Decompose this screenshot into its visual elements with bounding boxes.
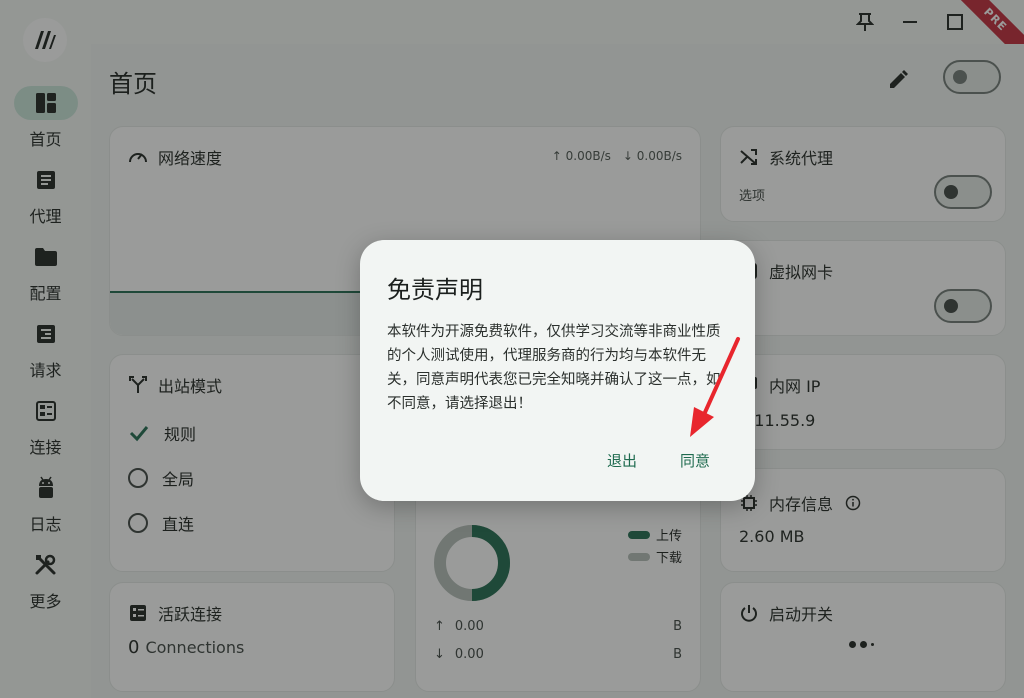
dialog-title: 免责声明 xyxy=(387,276,483,304)
annotation-arrow-icon xyxy=(690,337,740,437)
exit-button[interactable]: 退出 xyxy=(601,446,643,475)
agree-button[interactable]: 同意 xyxy=(674,446,716,475)
dialog-body: 本软件为开源免费软件，仅供学习交流等非商业性质的个人测试使用，代理服务商的行为均… xyxy=(387,324,721,412)
